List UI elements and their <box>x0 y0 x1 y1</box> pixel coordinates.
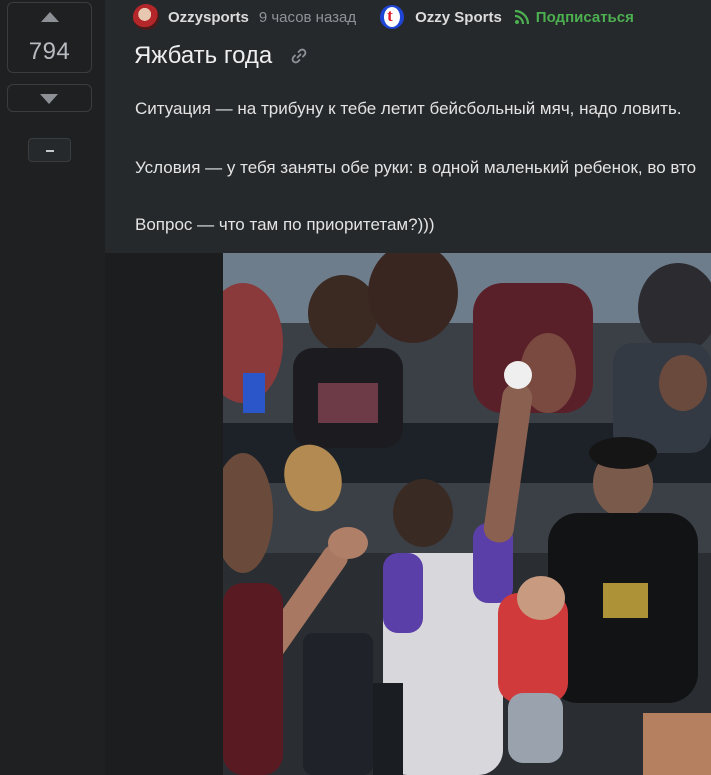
downvote-button[interactable] <box>7 84 92 112</box>
vote-box: 794 <box>7 2 92 73</box>
subscribe-button[interactable]: Подписаться <box>536 9 634 26</box>
community-name[interactable]: Ozzy Sports <box>415 9 502 26</box>
rating-score: 794 <box>28 38 71 65</box>
post-time[interactable]: 9 часов назад <box>259 9 356 26</box>
video-player[interactable] <box>223 253 711 775</box>
video-frame <box>223 253 711 775</box>
post-paragraph: Вопрос — что там по приоритетам?))) <box>135 215 435 234</box>
title-row: Яжбать года <box>134 42 308 70</box>
link-icon[interactable] <box>290 47 308 65</box>
story-meta: Ozzysports 9 часов назад t Ozzy Sports П… <box>133 4 634 30</box>
author-avatar[interactable] <box>133 4 159 30</box>
upvote-button[interactable] <box>41 12 59 22</box>
community-logo[interactable]: t <box>380 5 405 29</box>
post-title[interactable]: Яжбать года <box>134 42 272 70</box>
collapse-button[interactable] <box>28 138 71 162</box>
down-arrow-icon <box>40 94 58 104</box>
post-paragraph: Условия — у тебя заняты обе руки: в одно… <box>135 158 697 177</box>
vote-column: 794 <box>0 0 105 775</box>
story-card: Ozzysports 9 часов назад t Ozzy Sports П… <box>105 0 711 253</box>
post-paragraph: Ситуация — на трибуну к тебе летит бейсб… <box>135 99 682 118</box>
author-name[interactable]: Ozzysports <box>168 9 249 26</box>
rss-subscribe-icon[interactable] <box>514 9 530 25</box>
